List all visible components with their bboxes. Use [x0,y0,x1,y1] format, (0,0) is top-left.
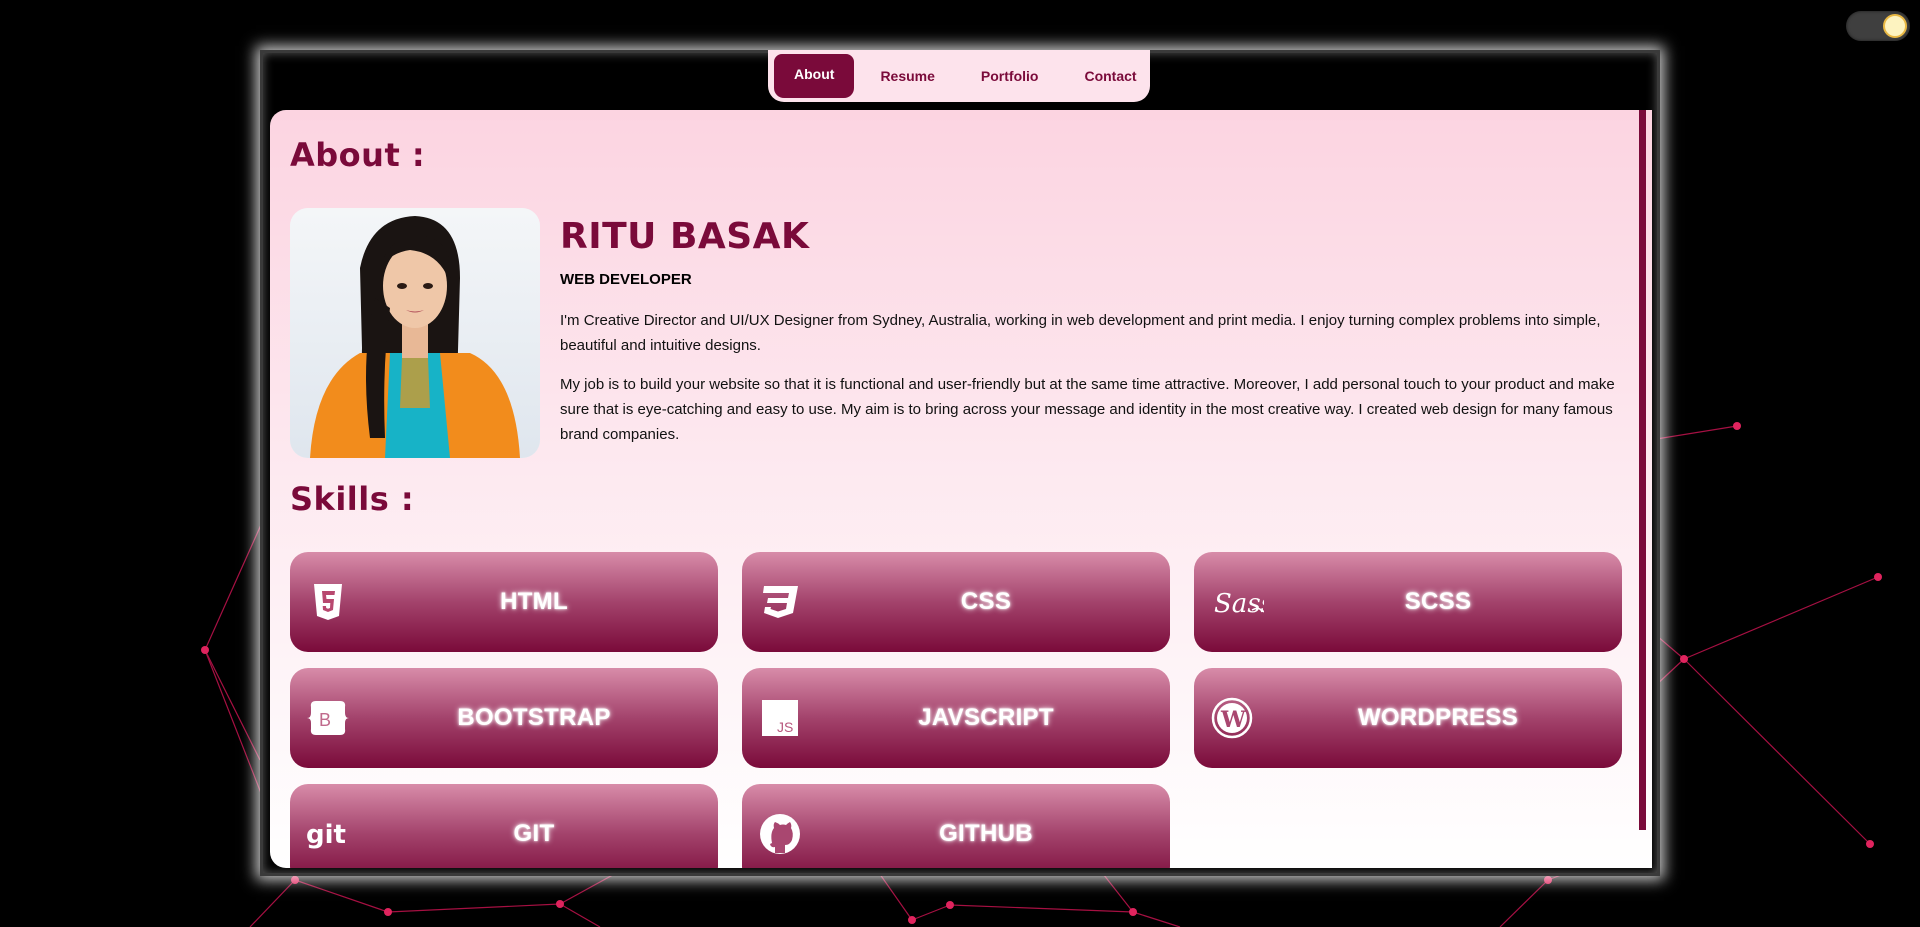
skill-card-css[interactable]: CSS [742,552,1170,652]
skill-card-javascript[interactable]: JS JAVSCRIPT [742,668,1170,768]
skill-card-html[interactable]: HTML [290,552,718,652]
skill-label: HTML [500,588,568,615]
skill-label: CSS [960,588,1012,615]
github-icon [758,812,802,856]
nav-tab-resume[interactable]: Resume [860,56,954,96]
profile-name: RITU BASAK [560,216,810,257]
scrollbar[interactable] [1639,110,1646,830]
skill-card-github[interactable]: GITHUB [742,784,1170,868]
bootstrap-icon: B [306,696,350,740]
skills-heading: Skills : [290,480,415,518]
bio-paragraph: My job is to build your website so that … [560,376,1615,443]
svg-text:JS: JS [777,719,793,735]
skill-label: GITHUB [939,820,1033,847]
nav-tab-portfolio[interactable]: Portfolio [961,56,1059,96]
nav-tab-contact[interactable]: Contact [1064,56,1156,96]
theme-toggle[interactable] [1846,11,1910,41]
svg-text:W: W [1220,707,1246,733]
skill-label: WORDPRESS [1357,704,1519,731]
svg-text:git: git [306,820,346,850]
skill-card-scss[interactable]: Sass SCSS [1194,552,1622,652]
skill-label: GIT [513,820,555,847]
git-icon: git [306,812,350,856]
skill-card-bootstrap[interactable]: B BOOTSTRAP [290,668,718,768]
about-heading: About : [290,136,426,174]
sass-icon: Sass [1212,580,1264,624]
bio-paragraph: I'm Creative Director and UI/UX Designer… [560,312,1601,354]
html5-icon [306,580,350,624]
nav-tab-about[interactable]: About [774,54,855,98]
sun-toggle-icon [1883,14,1907,38]
skill-label: SCSS [1404,588,1472,615]
svg-text:Sass: Sass [1214,589,1264,619]
javascript-icon: JS [758,696,802,740]
top-navbar: About Resume Portfolio Contact [768,50,1150,102]
content-panel: About : RITU BASAK WEB DEVELOPER I'm Cre… [270,110,1652,868]
css3-icon [758,580,802,624]
skill-label: BOOTSTRAP [457,704,611,731]
profile-role: WEB DEVELOPER [560,271,692,288]
skill-card-git[interactable]: git GIT [290,784,718,868]
skill-label: JAVSCRIPT [918,704,1054,731]
svg-text:B: B [319,710,331,730]
profile-photo [290,208,540,458]
skill-card-wordpress[interactable]: W WORDPRESS [1194,668,1622,768]
wordpress-icon: W [1210,696,1254,740]
